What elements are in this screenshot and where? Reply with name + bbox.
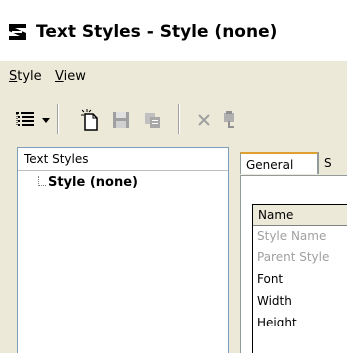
new-style-icon — [81, 109, 98, 131]
copy-icon — [145, 113, 160, 128]
grid-row-width[interactable]: Width — [257, 294, 292, 308]
tab-strip: General S — [240, 152, 347, 176]
title-bar: Text Styles - Style (none) — [0, 0, 347, 61]
toolbar-separator-2 — [178, 104, 180, 134]
list-view-icon — [16, 112, 34, 126]
save-button[interactable] — [109, 109, 133, 131]
paste-icon — [224, 111, 234, 128]
view-dropdown-arrow[interactable] — [42, 118, 50, 123]
text-style-app-icon — [9, 24, 26, 40]
save-icon — [113, 112, 129, 128]
styles-tree-header-label: Text Styles — [24, 152, 89, 166]
grid-header-label: Name — [258, 208, 294, 222]
tab-general[interactable]: General — [240, 152, 318, 174]
styles-tree-pane[interactable]: Text Styles Style (none) — [17, 147, 229, 353]
grid-row-height[interactable]: Height — [257, 316, 297, 326]
grid-header-name[interactable]: Name — [253, 205, 347, 226]
menu-bar: Style View — [0, 61, 347, 91]
properties-grid[interactable]: Name Style Name Parent Style Font Width … — [252, 204, 347, 353]
list-view-button[interactable] — [14, 109, 38, 131]
tab-next[interactable]: S — [318, 152, 347, 174]
grid-row-style-name: Style Name — [257, 229, 327, 243]
delete-button[interactable] — [193, 109, 217, 131]
menu-style[interactable]: Style — [9, 69, 42, 84]
menu-style-rest: tyle — [17, 69, 42, 84]
menu-view-rest: iew — [63, 69, 86, 84]
menu-view-mnemonic: V — [55, 69, 64, 84]
window-title: Text Styles - Style (none) — [36, 22, 278, 42]
delete-icon — [198, 114, 210, 126]
toolbar-separator — [57, 104, 59, 134]
copy-button[interactable] — [140, 109, 164, 131]
tree-connector-h — [38, 185, 46, 187]
tree-item-style-none[interactable]: Style (none) — [48, 175, 138, 190]
grid-row-parent-style: Parent Style — [257, 250, 330, 264]
new-style-button[interactable] — [78, 109, 102, 131]
menu-view[interactable]: View — [55, 69, 86, 84]
toolbar — [0, 91, 347, 147]
grid-row-font[interactable]: Font — [257, 272, 283, 286]
styles-tree-header[interactable]: Text Styles — [18, 148, 228, 171]
paste-button[interactable] — [218, 109, 242, 131]
